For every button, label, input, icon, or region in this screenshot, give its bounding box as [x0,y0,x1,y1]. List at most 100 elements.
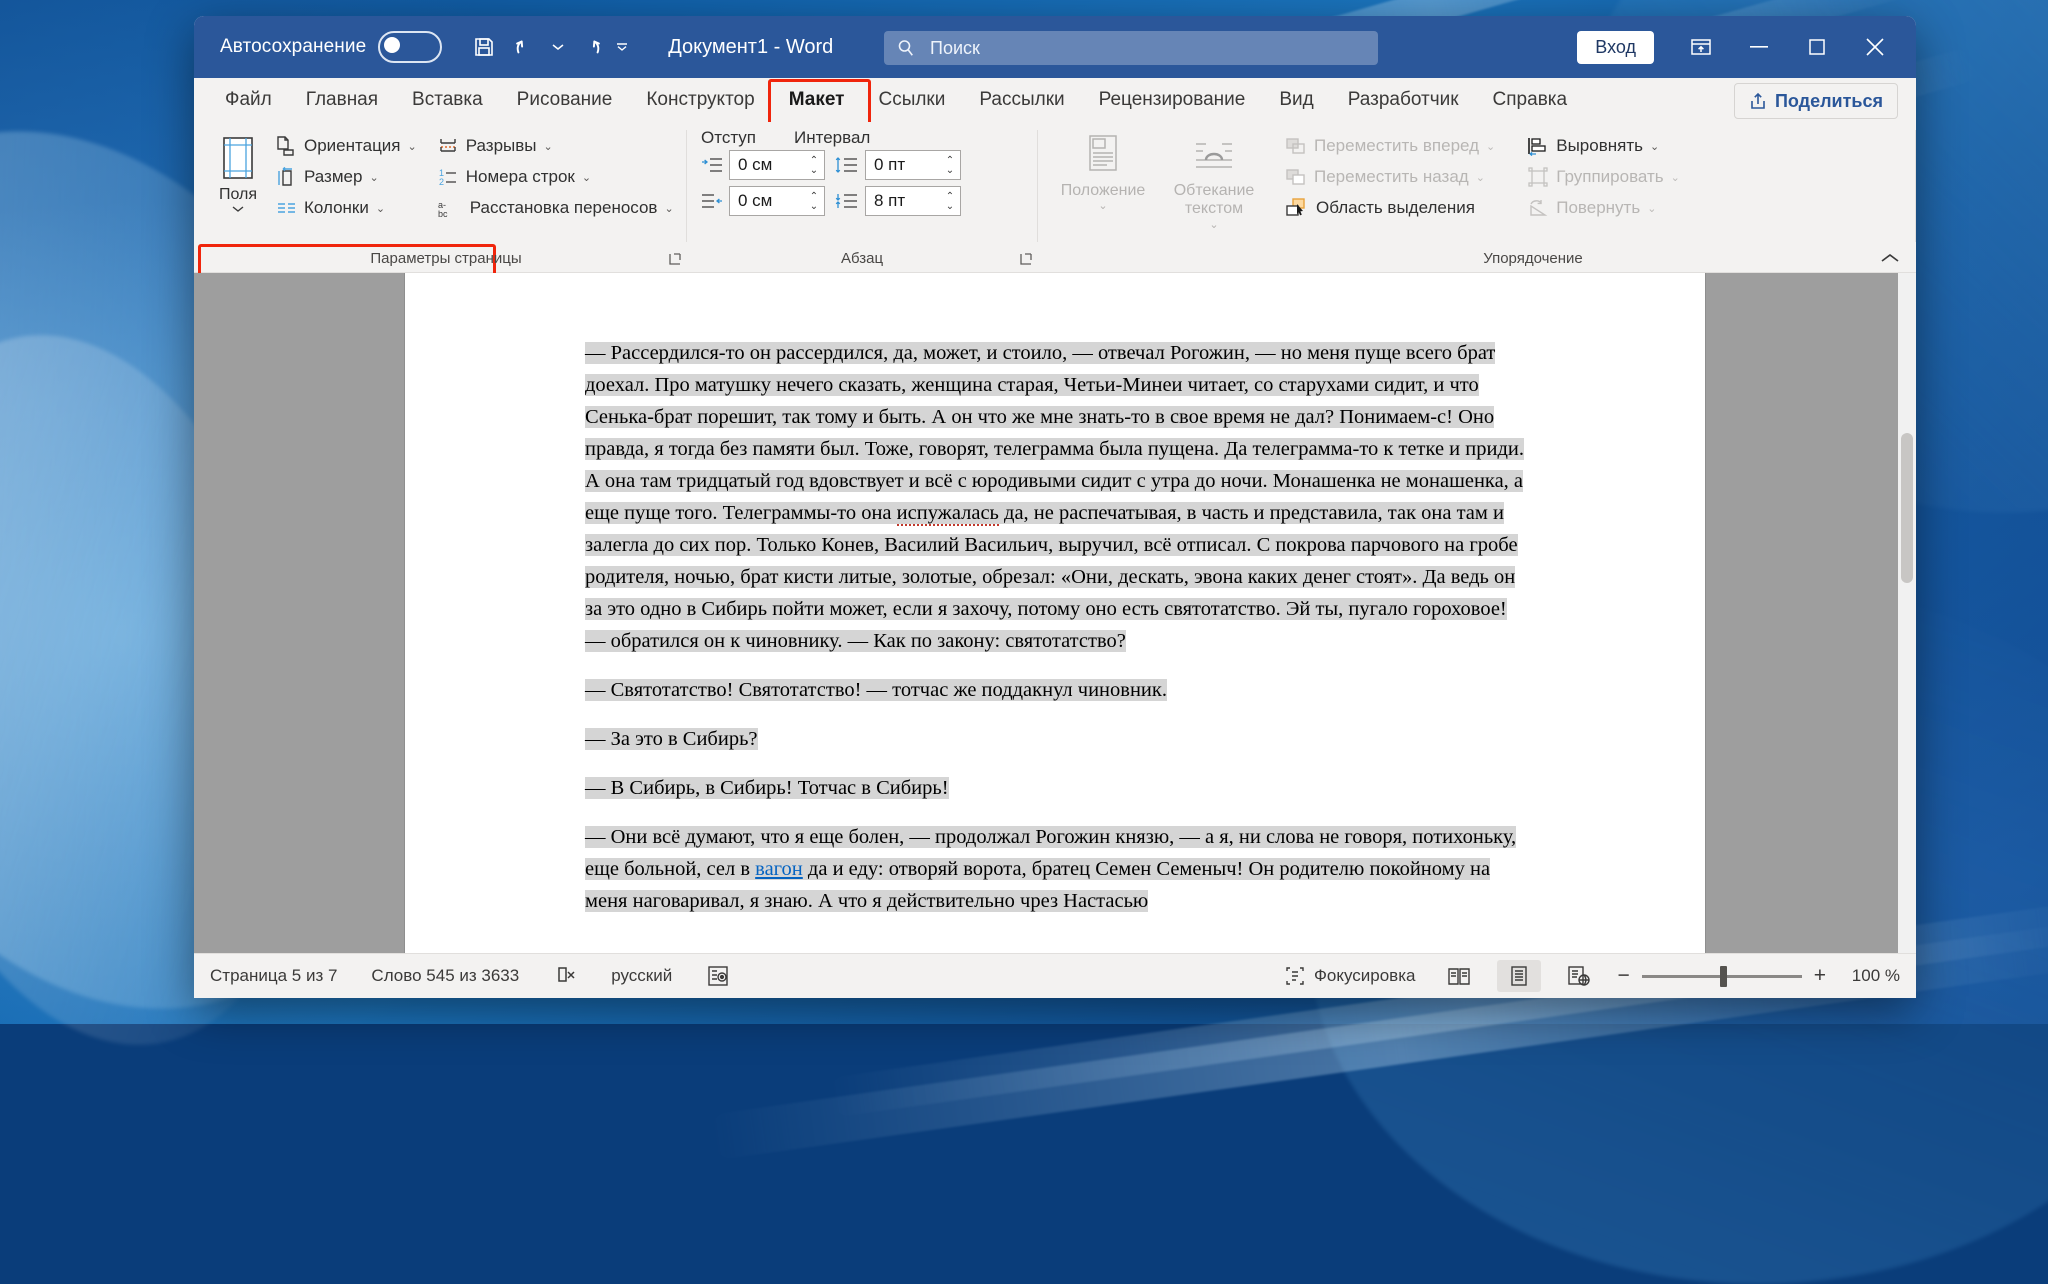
ribbon-tab-11[interactable]: Справка [1476,83,1585,117]
focus-mode-button[interactable]: Фокусировка [1284,965,1415,987]
chevron-down-icon[interactable]: ⌄ [544,140,553,153]
toggle-knob [384,37,401,53]
customize-quick-access-icon[interactable] [612,27,632,67]
redo-icon[interactable] [570,27,610,67]
document-paragraph[interactable]: — Рассердился-то он рассердился, да, мож… [585,337,1525,657]
indent-left-stepper[interactable]: ⌃ ⌄ [806,155,822,175]
line-numbers-button[interactable]: 1 2 Номера строк ⌄ [430,163,681,191]
print-layout-icon[interactable] [1497,960,1542,992]
size-button[interactable]: Размер ⌄ [268,163,424,191]
document-canvas[interactable]: — Рассердился-то он рассердился, да, мож… [194,273,1916,953]
chevron-down-icon[interactable]: ⌄ [582,171,591,184]
columns-icon [278,203,295,213]
document-page[interactable]: — Рассердился-то он рассердился, да, мож… [405,273,1705,953]
save-icon[interactable] [464,27,504,67]
ribbon-display-options-icon[interactable] [1674,16,1728,78]
spacing-before-input[interactable]: 0 пт ⌃ ⌄ [865,150,961,180]
page-info[interactable]: Страница 5 из 7 [210,966,337,986]
hyphenation-button[interactable]: a- bc Расстановка переносов ⌄ [430,194,681,222]
columns-button[interactable]: Колонки ⌄ [268,194,424,222]
chevron-down-icon[interactable]: ⌄ [1209,219,1218,230]
hyphenation-label: Расстановка переносов [469,198,658,217]
chevron-down-icon[interactable]: ⌄ [664,202,673,215]
title-bar: Автосохранение Документ1 - Word Поиск Вх… [194,16,1916,78]
document-paragraph[interactable]: — В Сибирь, в Сибирь! Тотчас в Сибирь! [585,772,1525,804]
selection-pane-button[interactable]: Область выделения [1278,194,1502,222]
spacing-after-stepper[interactable]: ⌃ ⌄ [942,191,958,211]
proofing-errors-icon[interactable] [553,964,577,988]
document-paragraph[interactable]: — За это в Сибирь? [585,723,1525,755]
indent-right-input[interactable]: 0 см ⌃ ⌄ [729,186,825,216]
margins-button[interactable]: Поля [216,132,260,213]
ribbon-tab-7[interactable]: Рассылки [962,83,1081,117]
search-icon [898,40,913,56]
paragraph-dialog-launcher[interactable] [1019,252,1033,266]
maximize-icon[interactable] [1790,16,1844,78]
position-button[interactable]: Положение ⌄ [1048,130,1158,212]
ribbon-tab-5[interactable]: Макет [772,83,862,117]
chevron-down-icon[interactable]: ⌄ [1486,140,1495,153]
chevron-down-icon[interactable]: ⌄ [1650,140,1659,153]
group-button[interactable]: Группировать ⌄ [1520,163,1687,191]
page-setup-dialog-launcher[interactable] [668,252,682,266]
titlebar-right-controls: Вход [1577,16,1902,78]
ribbon-tab-4[interactable]: Конструктор [629,83,771,117]
share-button[interactable]: Поделиться [1733,83,1898,119]
bring-forward-button[interactable]: Переместить вперед ⌄ [1278,132,1502,160]
document-text-body[interactable]: — Рассердился-то он рассердился, да, мож… [405,273,1705,917]
chevron-down-icon[interactable]: ⌄ [376,202,385,215]
undo-icon[interactable] [506,27,546,67]
align-button[interactable]: Выровнять ⌄ [1520,132,1687,160]
autosave-toggle[interactable] [378,31,443,63]
breaks-button[interactable]: Разрывы ⌄ [430,132,681,160]
ribbon-tab-8[interactable]: Рецензирование [1082,83,1263,117]
arrange-column-b: Выровнять ⌄ Группировать ⌄ Повернуть ⌄ [1520,128,1687,222]
spacing-header: Интервал [794,128,871,147]
collapse-ribbon-chevron-icon[interactable] [1880,252,1900,264]
zoom-track[interactable] [1641,965,1802,987]
scrollbar-thumb[interactable] [1901,433,1913,583]
chevron-down-icon[interactable]: ⌄ [408,140,417,153]
chevron-down-icon[interactable]: ⌄ [1098,201,1107,212]
zoom-in-button[interactable]: + [1814,964,1826,988]
wrap-text-button[interactable]: Обтекание текстом ⌄ [1158,130,1270,230]
spacing-after-input[interactable]: 8 пт ⌃ ⌄ [865,186,961,216]
arrange-column-a: Переместить вперед ⌄ Переместить назад ⌄ [1278,128,1502,222]
vertical-scrollbar[interactable] [1898,273,1916,953]
ribbon-tab-6[interactable]: Ссылки [861,83,962,117]
ribbon-tab-1[interactable]: Главная [289,83,395,117]
indent-left-input[interactable]: 0 см ⌃ ⌄ [729,150,825,180]
ribbon-tab-10[interactable]: Разработчик [1331,83,1476,117]
search-input[interactable]: Поиск [884,31,1378,65]
chevron-down-icon[interactable]: ⌄ [1671,171,1680,184]
rotate-button[interactable]: Повернуть ⌄ [1520,194,1687,222]
send-backward-button[interactable]: Переместить назад ⌄ [1278,163,1502,191]
zoom-level[interactable]: 100 % [1842,966,1900,986]
ribbon-tab-9[interactable]: Вид [1262,83,1330,117]
language-indicator[interactable]: русский [611,966,672,986]
undo-dropdown-chevron-icon[interactable] [548,27,568,67]
minimize-icon[interactable] [1732,16,1786,78]
read-mode-icon[interactable] [1437,960,1481,992]
indent-right-stepper[interactable]: ⌃ ⌄ [806,191,822,211]
web-layout-icon[interactable] [1557,960,1601,992]
ribbon-tab-0[interactable]: Файл [208,83,289,117]
close-icon[interactable] [1848,16,1902,78]
chevron-down-icon[interactable]: ⌄ [369,171,378,184]
accessibility-icon[interactable] [706,964,730,988]
zoom-slider[interactable]: − + [1617,964,1826,988]
zoom-out-button[interactable]: − [1617,964,1629,988]
chevron-down-icon[interactable] [231,205,245,213]
zoom-thumb[interactable] [1719,965,1727,987]
sign-in-button[interactable]: Вход [1577,30,1654,64]
chevron-down-icon[interactable]: ⌄ [1476,171,1485,184]
chevron-down-icon[interactable]: ⌄ [1647,202,1656,215]
document-paragraph[interactable]: — Они всё думают, что я еще болен, — про… [585,821,1525,917]
spacing-before-stepper[interactable]: ⌃ ⌄ [942,155,958,175]
word-count[interactable]: Слово 545 из 3633 [371,966,519,986]
ribbon-tab-3[interactable]: Рисование [500,83,630,117]
document-paragraph[interactable]: — Святотатство! Святотатство! — тотчас ж… [585,674,1525,706]
orientation-button[interactable]: Ориентация ⌄ [268,132,424,160]
document-title: Документ1 - Word [668,35,834,58]
ribbon-tab-2[interactable]: Вставка [395,83,500,117]
